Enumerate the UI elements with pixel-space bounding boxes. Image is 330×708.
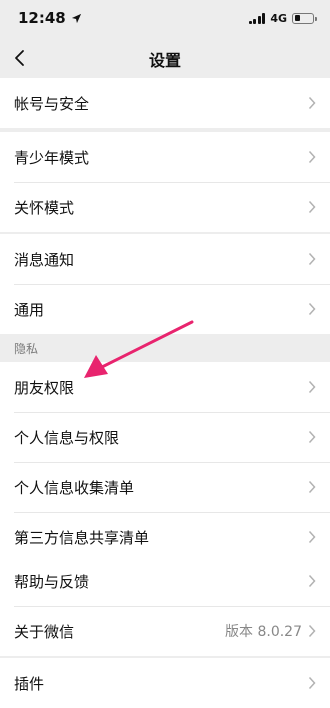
settings-row-personal-info-permissions[interactable]: 个人信息与权限 <box>0 412 330 462</box>
settings-row-care-mode[interactable]: 关怀模式 <box>0 182 330 232</box>
row-label: 帐号与安全 <box>14 94 90 113</box>
chevron-right-icon <box>308 380 316 394</box>
settings-group-about: 帮助与反馈 关于微信 版本 8.0.27 <box>0 556 330 656</box>
settings-row-personal-info-collection[interactable]: 个人信息收集清单 <box>0 462 330 512</box>
row-label: 关怀模式 <box>14 198 75 217</box>
row-label: 消息通知 <box>14 250 75 269</box>
chevron-right-icon <box>308 530 316 544</box>
settings-row-general[interactable]: 通用 <box>0 284 330 334</box>
row-label: 个人信息收集清单 <box>14 478 135 497</box>
row-label: 通用 <box>14 300 45 319</box>
chevron-right-icon <box>308 430 316 444</box>
battery-fill <box>294 15 301 21</box>
chevron-right-icon <box>308 252 316 266</box>
row-label: 个人信息与权限 <box>14 428 120 447</box>
settings-group-modes: 青少年模式 关怀模式 <box>0 132 330 232</box>
status-bar: 12:48 4G <box>0 0 330 36</box>
nav-bar: 设置 <box>0 36 330 82</box>
battery-icon <box>292 12 317 24</box>
row-label: 青少年模式 <box>14 148 90 167</box>
version-value: 版本 8.0.27 <box>225 624 302 640</box>
row-label: 朋友权限 <box>14 378 75 397</box>
status-indicators: 4G <box>248 11 317 25</box>
status-time: 12:48 <box>18 9 82 27</box>
settings-row-third-party-sharing[interactable]: 第三方信息共享清单 <box>0 512 330 562</box>
chevron-right-icon <box>308 480 316 494</box>
settings-row-plugins[interactable]: 插件 <box>0 658 330 708</box>
settings-row-friend-permissions[interactable]: 朋友权限 <box>0 362 330 412</box>
chevron-right-icon <box>308 676 316 690</box>
chevron-right-icon <box>308 624 316 638</box>
chevron-right-icon <box>308 150 316 164</box>
chevron-right-icon <box>308 574 316 588</box>
settings-group-account: 帐号与安全 <box>0 78 330 128</box>
network-label: 4G <box>270 11 287 25</box>
section-header-privacy: 隐私 <box>0 334 330 362</box>
row-label: 第三方信息共享清单 <box>14 528 150 547</box>
settings-row-help-feedback[interactable]: 帮助与反馈 <box>0 556 330 606</box>
location-arrow-icon <box>71 13 81 23</box>
chevron-right-icon <box>308 302 316 316</box>
signal-icon <box>248 12 266 24</box>
settings-row-notifications[interactable]: 消息通知 <box>0 234 330 284</box>
chevron-right-icon <box>308 200 316 214</box>
chevron-right-icon <box>308 96 316 110</box>
time-label: 12:48 <box>18 9 66 27</box>
settings-group-general: 消息通知 通用 <box>0 234 330 334</box>
settings-row-teen-mode[interactable]: 青少年模式 <box>0 132 330 182</box>
row-label: 关于微信 <box>14 622 75 641</box>
back-chevron-icon[interactable] <box>10 47 32 69</box>
settings-row-about-wechat[interactable]: 关于微信 版本 8.0.27 <box>0 606 330 656</box>
page-title: 设置 <box>148 51 181 70</box>
settings-group-plugins: 插件 <box>0 658 330 708</box>
row-label: 帮助与反馈 <box>14 572 90 591</box>
settings-group-privacy: 朋友权限 个人信息与权限 个人信息收集清单 第三方信息共享清单 <box>0 362 330 562</box>
settings-row-account-security[interactable]: 帐号与安全 <box>0 78 330 128</box>
row-label: 插件 <box>14 674 45 693</box>
